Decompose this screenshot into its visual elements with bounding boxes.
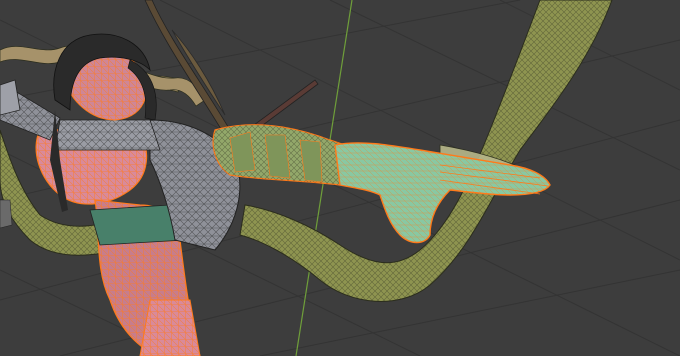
3d-viewport[interactable]	[0, 0, 680, 356]
staff	[144, 0, 231, 135]
viewport-canvas[interactable]	[0, 0, 680, 356]
arm-sleeve[interactable]	[212, 124, 346, 186]
